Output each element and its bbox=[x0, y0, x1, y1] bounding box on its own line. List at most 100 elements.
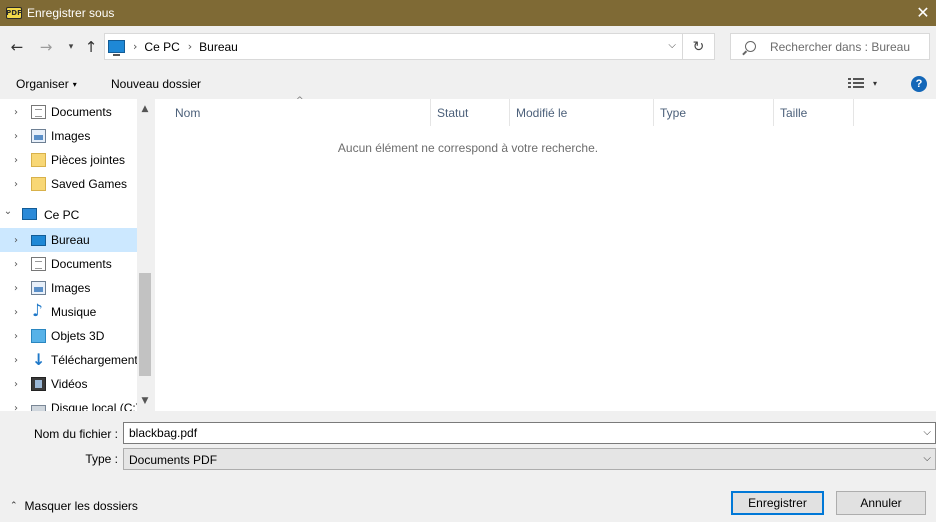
hide-folders-label: Masquer les dossiers bbox=[24, 499, 138, 513]
chevron-right-icon[interactable]: › bbox=[11, 379, 21, 390]
refresh-icon[interactable]: ↻ bbox=[683, 33, 715, 60]
app-icon: PDF bbox=[6, 7, 22, 19]
images-icon bbox=[31, 281, 46, 295]
chevron-right-icon[interactable]: › bbox=[11, 155, 21, 166]
sidebar-item-disque-local[interactable]: › Disque local (C:) bbox=[0, 396, 140, 412]
sidebar-scrollbar[interactable]: ▲ ▼ bbox=[137, 99, 153, 411]
sidebar-item-saved-games[interactable]: › Saved Games bbox=[0, 172, 137, 196]
address-bar[interactable]: › Ce PC › Bureau ⌵ bbox=[104, 33, 683, 60]
music-icon bbox=[31, 301, 46, 321]
sidebar-item-label: Ce PC bbox=[44, 208, 80, 222]
scroll-down-icon[interactable]: ▼ bbox=[137, 393, 153, 409]
organiser-button[interactable]: Organiser ▾ bbox=[16, 77, 77, 91]
sidebar-item-label: Objets 3D bbox=[51, 329, 105, 343]
file-list[interactable]: ^ Nom Statut Modifié le Type Taille Aucu… bbox=[155, 96, 936, 411]
close-button[interactable]: ✕ bbox=[910, 0, 936, 26]
images-icon bbox=[31, 129, 46, 143]
sidebar-item-documents-pc[interactable]: › Documents bbox=[0, 252, 137, 276]
sidebar-item-telechargements[interactable]: › Téléchargements bbox=[0, 348, 144, 372]
breadcrumb-ce-pc[interactable]: Ce PC bbox=[144, 40, 179, 54]
chevron-right-icon[interactable]: › bbox=[11, 235, 21, 246]
sidebar-item-images-pc[interactable]: › Images bbox=[0, 276, 137, 300]
sidebar-item-bureau[interactable]: › Bureau bbox=[0, 228, 137, 252]
chevron-right-icon[interactable]: › bbox=[11, 307, 21, 318]
column-header-nom[interactable]: Nom bbox=[169, 99, 431, 126]
type-label: Type : bbox=[85, 452, 118, 466]
chevron-right-icon[interactable]: › bbox=[11, 259, 21, 270]
save-button[interactable]: Enregistrer bbox=[731, 491, 824, 515]
title-bar: PDF Enregistrer sous ✕ bbox=[0, 0, 936, 26]
column-header-modifie-le[interactable]: Modifié le bbox=[510, 99, 654, 126]
chevron-right-icon[interactable]: › bbox=[11, 107, 21, 118]
sidebar-item-label: Images bbox=[51, 129, 91, 143]
chevron-right-icon[interactable]: › bbox=[11, 331, 21, 342]
filename-input[interactable] bbox=[124, 423, 904, 443]
sidebar-item-objets-3d[interactable]: › Objets 3D bbox=[0, 324, 137, 348]
chevron-right-icon[interactable]: › bbox=[11, 179, 21, 190]
column-header-statut[interactable]: Statut bbox=[431, 99, 510, 126]
address-dropdown-icon[interactable]: ⌵ bbox=[668, 40, 676, 51]
sidebar-item-label: Documents bbox=[51, 105, 112, 119]
address-row: ← → ▾ ↑ › Ce PC › Bureau ⌵ ↻ bbox=[0, 26, 936, 68]
sidebar-item-label: Musique bbox=[51, 305, 97, 319]
sidebar-item-label: Saved Games bbox=[51, 177, 128, 191]
sidebar-item-documents[interactable]: › Documents bbox=[0, 100, 137, 124]
sidebar-item-label: Téléchargements bbox=[51, 353, 144, 367]
file-type-select[interactable]: Documents PDF ⌵ bbox=[123, 448, 936, 470]
chevron-down-icon[interactable]: ⌄ bbox=[3, 206, 13, 217]
this-pc-icon bbox=[108, 40, 125, 56]
desktop-icon bbox=[31, 235, 46, 246]
view-details-icon[interactable] bbox=[848, 78, 864, 89]
search-box[interactable] bbox=[730, 33, 930, 60]
sidebar-item-images[interactable]: › Images bbox=[0, 124, 137, 148]
sidebar-item-videos[interactable]: › Vidéos bbox=[0, 372, 137, 396]
folder-icon bbox=[31, 177, 46, 191]
back-arrow-icon[interactable]: ← bbox=[8, 38, 26, 56]
sidebar-item-ce-pc[interactable]: ⌄ Ce PC bbox=[0, 203, 137, 227]
view-options-chevron-icon[interactable]: ▾ bbox=[873, 79, 877, 88]
chevron-right-icon[interactable]: › bbox=[11, 403, 21, 412]
scrollbar-thumb[interactable] bbox=[139, 273, 151, 376]
breadcrumb-separator-icon: › bbox=[133, 40, 138, 53]
folder-icon bbox=[31, 153, 46, 167]
help-icon[interactable]: ? bbox=[911, 76, 927, 92]
chevron-down-icon[interactable]: ⌵ bbox=[923, 427, 931, 438]
file-type-value: Documents PDF bbox=[129, 453, 218, 467]
this-pc-icon bbox=[22, 208, 37, 220]
forward-arrow-icon[interactable]: → bbox=[37, 38, 55, 56]
column-header-taille[interactable]: Taille bbox=[774, 99, 854, 126]
breadcrumb-bureau[interactable]: Bureau bbox=[199, 40, 238, 54]
filename-label: Nom du fichier : bbox=[33, 427, 118, 441]
cancel-button[interactable]: Annuler bbox=[836, 491, 926, 515]
recent-locations-chevron-icon[interactable]: ▾ bbox=[62, 38, 80, 56]
command-bar: Organiser ▾ Nouveau dossier ▾ ? bbox=[0, 68, 936, 99]
sidebar-item-label: Pièces jointes bbox=[51, 153, 126, 167]
chevron-down-icon[interactable]: ⌵ bbox=[923, 453, 931, 464]
filename-combobox[interactable]: ⌵ bbox=[123, 422, 936, 444]
sidebar-item-label: Vidéos bbox=[51, 377, 88, 391]
sidebar-item-label: Bureau bbox=[51, 233, 90, 247]
objects-3d-icon bbox=[31, 329, 46, 343]
search-input[interactable] bbox=[769, 39, 929, 54]
sidebar-item-pieces-jointes[interactable]: › Pièces jointes bbox=[0, 148, 137, 172]
empty-list-message: Aucun élément ne correspond à votre rech… bbox=[337, 141, 599, 155]
navigation-pane[interactable]: › Documents › Images › Pièces jointes › … bbox=[0, 99, 153, 411]
window-title: Enregistrer sous bbox=[27, 6, 115, 20]
sidebar-item-musique[interactable]: › Musique bbox=[0, 300, 137, 324]
column-header-type[interactable]: Type bbox=[654, 99, 774, 126]
scroll-up-icon[interactable]: ▲ bbox=[137, 101, 153, 117]
hide-folders-toggle[interactable]: ⌃ Masquer les dossiers bbox=[10, 499, 138, 513]
new-folder-button[interactable]: Nouveau dossier bbox=[111, 77, 201, 91]
documents-icon bbox=[31, 105, 46, 119]
downloads-icon bbox=[31, 350, 46, 369]
sidebar-item-label: Documents bbox=[51, 257, 112, 271]
chevron-right-icon[interactable]: › bbox=[11, 283, 21, 294]
search-icon bbox=[745, 41, 756, 52]
disk-icon bbox=[31, 405, 46, 411]
chevron-right-icon[interactable]: › bbox=[11, 355, 21, 366]
sidebar-item-label: Images bbox=[51, 281, 91, 295]
videos-icon bbox=[31, 377, 46, 391]
chevron-right-icon[interactable]: › bbox=[11, 131, 21, 142]
organiser-label: Organiser bbox=[16, 77, 69, 91]
up-arrow-icon[interactable]: ↑ bbox=[82, 38, 100, 56]
